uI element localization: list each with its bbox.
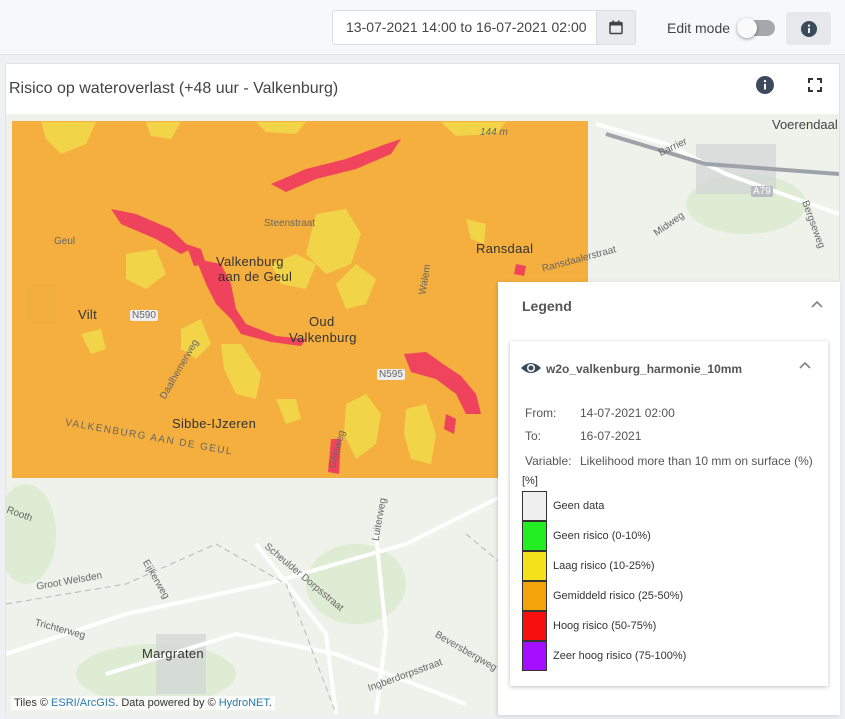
chevron-up-icon — [811, 300, 823, 308]
chevron-up-icon — [799, 361, 811, 369]
info-icon — [800, 20, 817, 37]
label-a79: A79 — [751, 186, 773, 197]
legend-class-label: Laag risico (10-25%) — [553, 560, 655, 572]
layer-collapse-button[interactable] — [798, 357, 812, 375]
variable-label: Variable: — [525, 454, 572, 468]
edit-mode-toggle[interactable] — [737, 18, 775, 38]
label-voerendaal: Voerendaal — [772, 117, 838, 132]
from-value: 14-07-2021 02:00 — [580, 406, 675, 420]
attribution-prefix: Tiles © — [14, 697, 48, 709]
attribution-mid: . Data powered by © — [115, 697, 216, 709]
eye-icon — [521, 363, 541, 373]
legend-class-label: Geen risico (0-10%) — [553, 530, 651, 542]
hydronet-link[interactable]: HydroNET — [219, 697, 269, 709]
calendar-button[interactable] — [596, 10, 636, 45]
to-label: To: — [525, 429, 542, 443]
toggle-knob — [737, 18, 757, 38]
label-margraten: Margraten — [142, 646, 204, 661]
label-elevation: 144 m — [480, 127, 508, 138]
legend-panel: Legend w2o_valkenburg_harmonie_10mm From… — [498, 282, 840, 715]
label-n590: N590 — [130, 310, 158, 321]
to-value: 16-07-2021 — [580, 429, 642, 443]
label-aan-de-geul: aan de Geul — [218, 269, 293, 284]
legend-swatch — [522, 611, 547, 641]
legend-class-label: Gemiddeld risico (25-50%) — [553, 590, 684, 602]
legend-swatch — [522, 581, 547, 611]
legend-collapse-button[interactable] — [810, 296, 824, 314]
attribution-suffix: . — [268, 697, 272, 709]
from-label: From: — [525, 406, 557, 420]
top-bar: 13-07-2021 14:00 to 16-07-2021 02:00 Edi… — [0, 0, 845, 55]
calendar-icon — [609, 20, 623, 35]
legend-title: Legend — [522, 298, 572, 314]
label-geul: Geul — [54, 236, 76, 247]
layer-name: w2o_valkenburg_harmonie_10mm — [546, 362, 743, 376]
legend-class-label: Hoog risico (50-75%) — [553, 620, 657, 632]
label-valkenburg: Valkenburg — [216, 254, 284, 269]
legend-swatch — [522, 551, 547, 581]
info-button[interactable] — [786, 12, 831, 45]
legend-layer: w2o_valkenburg_harmonie_10mm From: 14-07… — [510, 341, 828, 686]
label-vilt: Vilt — [78, 307, 98, 322]
label-n595: N595 — [377, 369, 405, 380]
fullscreen-icon — [808, 78, 822, 92]
variable-value: Likelihood more than 10 mm on surface (%… — [580, 454, 813, 468]
label-oud-valkenburg: Valkenburg — [289, 330, 357, 345]
layer-visibility-toggle[interactable] — [520, 361, 542, 380]
edit-mode-label: Edit mode — [667, 20, 731, 36]
legend-class-label: Zeer hoog risico (75-100%) — [553, 650, 687, 662]
legend-swatch — [522, 491, 547, 521]
legend-swatch — [522, 521, 547, 551]
label-oud: Oud — [309, 314, 335, 329]
label-steenstraat: Steenstraat — [264, 218, 316, 229]
info-icon — [756, 76, 774, 94]
legend-swatch — [522, 641, 547, 671]
fullscreen-button[interactable] — [808, 78, 822, 97]
legend-unit: [%] — [522, 475, 538, 487]
label-sibbe: Sibbe-IJzeren — [172, 416, 257, 431]
date-range-field[interactable]: 13-07-2021 14:00 to 16-07-2021 02:00 — [332, 10, 596, 45]
esri-link[interactable]: ESRI/ArcGIS — [51, 697, 115, 709]
legend-class-label: Geen data — [553, 500, 605, 512]
card-title: Risico op wateroverlast (+48 uur - Valke… — [9, 80, 339, 97]
map-attribution: Tiles © ESRI/ArcGIS. Data powered by © H… — [11, 696, 275, 710]
card-info-button[interactable] — [756, 76, 774, 99]
label-ransdaal: Ransdaal — [476, 241, 534, 256]
